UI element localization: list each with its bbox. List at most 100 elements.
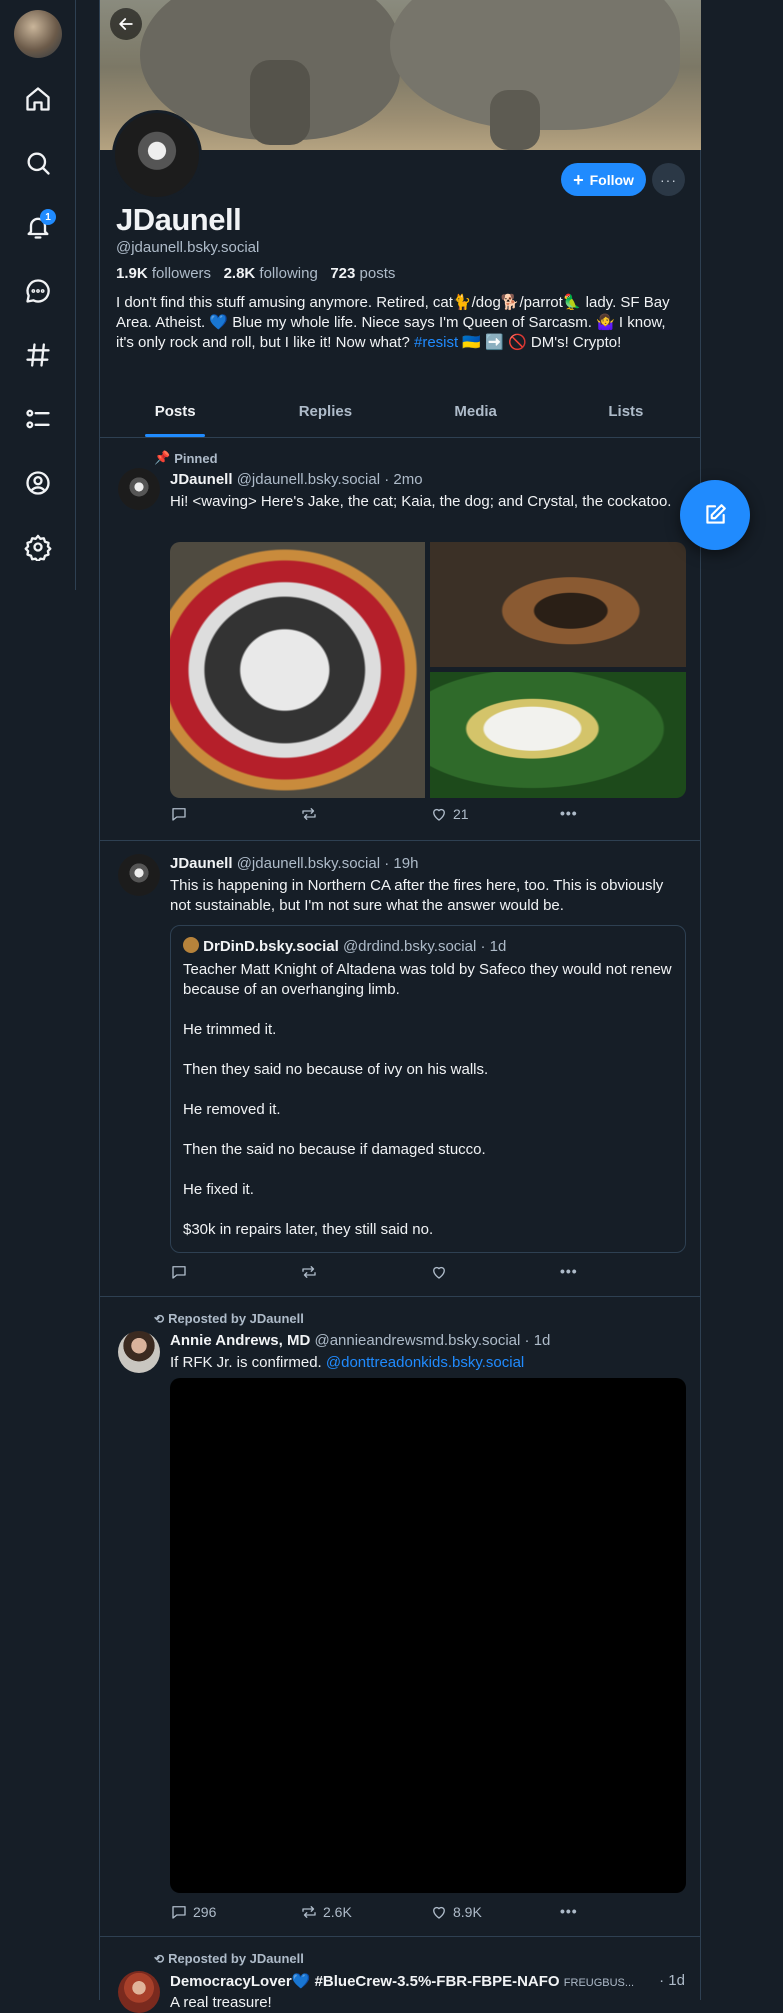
profile-icon xyxy=(26,471,50,495)
profile-avatar[interactable] xyxy=(112,110,202,200)
display-name: JDaunell xyxy=(116,202,242,237)
nav-settings[interactable] xyxy=(16,525,60,569)
tab-lists[interactable]: Lists xyxy=(551,390,701,437)
tab-replies[interactable]: Replies xyxy=(250,390,400,437)
ellipsis-icon: ••• xyxy=(560,1263,578,1279)
author-handle[interactable]: @annieandrewsmd.bsky.social xyxy=(314,1332,520,1349)
feed-post[interactable]: ⟲ Reposted by JDaunell Annie Andrews, MD… xyxy=(100,1297,701,1937)
follow-button[interactable]: + Follow xyxy=(561,163,646,196)
post-time[interactable]: · 1d xyxy=(525,1332,551,1349)
avatar[interactable] xyxy=(118,854,160,896)
repost-button[interactable] xyxy=(300,1263,323,1281)
video-player[interactable] xyxy=(170,1378,686,1893)
reply-icon xyxy=(172,1906,186,1919)
settings-icon xyxy=(24,534,52,561)
reply-button[interactable] xyxy=(170,805,193,823)
feed-post[interactable]: 📌 Pinned JDaunell @jdaunell.bsky.social … xyxy=(100,438,701,841)
nav-home[interactable] xyxy=(16,77,60,121)
ellipsis-icon: ••• xyxy=(560,1903,578,1919)
post-actions: ••• xyxy=(170,1263,590,1283)
hashtag-link[interactable]: #resist xyxy=(414,334,458,351)
repost-icon xyxy=(302,1906,316,1918)
avatar[interactable] xyxy=(118,468,160,510)
author-handle[interactable]: @jdaunell.bsky.social xyxy=(237,471,380,488)
quote-time[interactable]: · 1d xyxy=(480,938,506,955)
nav-lists[interactable] xyxy=(16,397,60,441)
current-user-avatar[interactable] xyxy=(14,10,62,58)
quote-avatar[interactable] xyxy=(183,937,199,953)
profile-column: + Follow ··· JDaunell @jdaunell.bsky.soc… xyxy=(99,0,701,2013)
nav-notifications[interactable]: 1 xyxy=(16,205,60,249)
post-header: Annie Andrews, MD @annieandrewsmd.bsky.s… xyxy=(170,1332,550,1349)
author-name[interactable]: Annie Andrews, MD xyxy=(170,1332,310,1349)
like-button[interactable] xyxy=(430,1263,453,1281)
reply-button[interactable]: 296 xyxy=(170,1903,216,1921)
reply-button[interactable] xyxy=(170,1263,193,1281)
cockatoo-image[interactable] xyxy=(430,672,686,798)
nav-search[interactable] xyxy=(16,141,60,185)
ellipsis-icon: ••• xyxy=(560,805,578,821)
list-icon xyxy=(26,409,50,429)
profile-bio: I don't find this stuff amusing anymore.… xyxy=(116,294,670,351)
followers-link[interactable]: 1.9K followers xyxy=(116,265,211,282)
nav-feeds[interactable] xyxy=(16,333,60,377)
reply-icon xyxy=(172,808,186,821)
post-actions: 296 2.6K 8.9K ••• xyxy=(170,1903,590,1923)
heart-icon xyxy=(433,808,445,821)
quote-author[interactable]: DrDinD.bsky.social xyxy=(203,938,339,955)
following-link[interactable]: 2.8K following xyxy=(224,265,318,282)
nav-chat[interactable] xyxy=(16,269,60,313)
mention-link[interactable]: @donttreadonkids.bsky.social xyxy=(326,1354,524,1371)
home-icon xyxy=(26,87,50,111)
quote-handle[interactable]: @drdind.bsky.social xyxy=(343,938,476,955)
post-time[interactable]: · 2mo xyxy=(384,471,422,488)
author-name[interactable]: JDaunell xyxy=(170,471,233,488)
quote-header: DrDinD.bsky.social @drdind.bsky.social ·… xyxy=(183,937,506,955)
like-button[interactable]: 21 xyxy=(430,805,469,823)
repost-icon xyxy=(302,1266,316,1278)
quoted-post[interactable]: DrDinD.bsky.social @drdind.bsky.social ·… xyxy=(170,925,686,1253)
post-header: JDaunell @jdaunell.bsky.social · 19h xyxy=(170,855,418,872)
post-text: A real treasure! xyxy=(170,1994,272,2011)
arrow-left-icon xyxy=(119,18,133,30)
nav-profile[interactable] xyxy=(16,461,60,505)
like-button[interactable]: 8.9K xyxy=(430,1903,482,1921)
post-header: JDaunell @jdaunell.bsky.social · 2mo xyxy=(170,471,423,488)
cat-image[interactable] xyxy=(170,542,425,798)
plus-icon: + xyxy=(573,169,584,190)
post-text: Hi! <waving> Here's Jake, the cat; Kaia,… xyxy=(170,493,672,510)
tab-media[interactable]: Media xyxy=(401,390,551,437)
posts-count: 723 posts xyxy=(330,265,396,282)
author-name[interactable]: DemocracyLover💙 #BlueCrew-3.5%-FBR-FBPE-… xyxy=(170,1973,560,1990)
tab-posts[interactable]: Posts xyxy=(100,390,250,437)
avatar[interactable] xyxy=(118,1971,160,2013)
post-header: DemocracyLover💙 #BlueCrew-3.5%-FBR-FBPE-… xyxy=(170,1972,685,1990)
heart-icon xyxy=(433,1266,445,1279)
repost-button[interactable]: 2.6K xyxy=(300,1903,352,1921)
compose-button[interactable] xyxy=(680,480,750,550)
repost-button[interactable] xyxy=(300,805,323,823)
profile-more-button[interactable]: ··· xyxy=(652,163,685,196)
post-text: This is happening in Northern CA after t… xyxy=(170,877,664,914)
left-sidebar: 1 xyxy=(0,0,76,590)
compose-icon xyxy=(706,504,726,524)
back-button[interactable] xyxy=(110,8,142,40)
profile-stats: 1.9K followers 2.8K following 723 posts xyxy=(116,265,395,282)
chat-icon xyxy=(26,279,50,303)
author-handle[interactable]: FREUGBUS... xyxy=(564,1977,634,1989)
avatar[interactable] xyxy=(118,1331,160,1373)
repost-icon xyxy=(302,808,316,820)
post-time[interactable]: · 1d xyxy=(653,1972,685,1989)
profile-handle: @jdaunell.bsky.social xyxy=(116,239,260,256)
profile-tabs: Posts Replies Media Lists xyxy=(100,390,701,438)
post-more-button[interactable]: ••• xyxy=(560,805,578,821)
follow-label: Follow xyxy=(589,171,634,188)
author-name[interactable]: JDaunell xyxy=(170,855,233,872)
post-more-button[interactable]: ••• xyxy=(560,1903,578,1919)
dog-image[interactable] xyxy=(430,542,686,667)
feed-post[interactable]: ⟲ Reposted by JDaunell DemocracyLover💙 #… xyxy=(100,1937,701,2013)
feed-post[interactable]: JDaunell @jdaunell.bsky.social · 19h Thi… xyxy=(100,841,701,1297)
author-handle[interactable]: @jdaunell.bsky.social xyxy=(237,855,380,872)
post-more-button[interactable]: ••• xyxy=(560,1263,578,1279)
post-time[interactable]: · 19h xyxy=(384,855,418,872)
